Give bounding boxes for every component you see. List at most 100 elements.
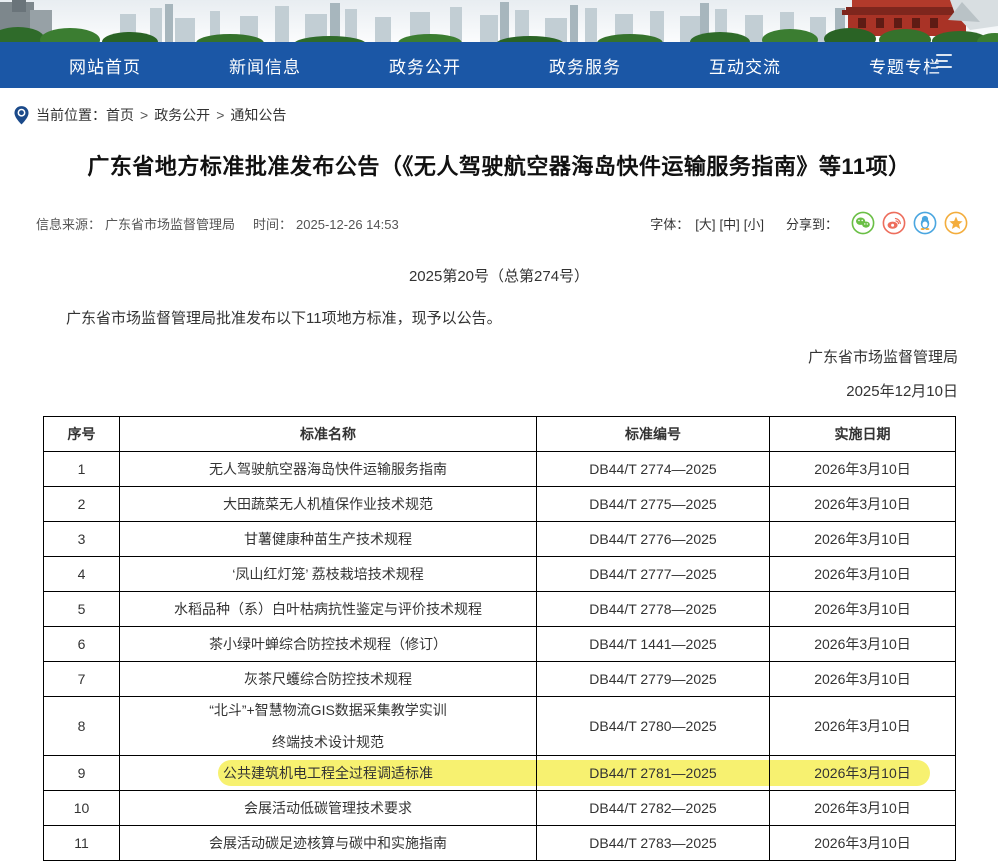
table-row: 11会展活动碳足迹核算与碳中和实施指南DB44/T 2783—20252026年… bbox=[44, 826, 956, 861]
row-code: DB44/T 2780—2025 bbox=[537, 697, 770, 756]
row-code: DB44/T 2779—2025 bbox=[537, 662, 770, 697]
row-name: 甘薯健康种苗生产技术规程 bbox=[120, 522, 537, 557]
table-header-row: 序号 标准名称 标准编号 实施日期 bbox=[44, 417, 956, 452]
row-name: 灰茶尺蠖综合防控技术规程 bbox=[120, 662, 537, 697]
city-skyline-banner bbox=[0, 0, 998, 42]
breadcrumb-separator: > bbox=[216, 107, 224, 123]
row-date: 2026年3月10日 bbox=[770, 791, 956, 826]
nav-item-interact[interactable]: 互动交流 bbox=[665, 53, 825, 78]
nav-item-gov-open[interactable]: 政务公开 bbox=[345, 53, 505, 78]
standards-table: 序号 标准名称 标准编号 实施日期 1无人驾驶航空器海岛快件运输服务指南DB44… bbox=[43, 416, 956, 861]
row-no: 10 bbox=[44, 791, 120, 826]
col-header-no: 序号 bbox=[44, 417, 120, 452]
col-header-date: 实施日期 bbox=[770, 417, 956, 452]
row-date: 2026年3月10日 bbox=[770, 627, 956, 662]
row-no: 1 bbox=[44, 452, 120, 487]
nav-item-news[interactable]: 新闻信息 bbox=[185, 53, 345, 78]
weibo-icon[interactable] bbox=[882, 211, 906, 235]
time-value: 2025-12-26 14:53 bbox=[296, 217, 399, 232]
row-name: 会展活动低碳管理技术要求 bbox=[120, 791, 537, 826]
source-label: 信息来源： bbox=[36, 217, 101, 232]
nav-item-services[interactable]: 政务服务 bbox=[505, 53, 665, 78]
row-no: 2 bbox=[44, 487, 120, 522]
qzone-star-icon[interactable] bbox=[944, 211, 968, 235]
announcement-body: 广东省市场监督管理局批准发布以下11项地方标准，现予以公告。 bbox=[36, 308, 962, 330]
wechat-icon[interactable] bbox=[851, 211, 875, 235]
table-row: 5水稻品种（系）白叶枯病抗性鉴定与评价技术规程DB44/T 2778—20252… bbox=[44, 592, 956, 627]
col-header-name: 标准名称 bbox=[120, 417, 537, 452]
row-name: “北斗”+智慧物流GIS数据采集教学实训终端技术设计规范 bbox=[120, 697, 537, 756]
row-date: 2026年3月10日 bbox=[770, 697, 956, 756]
row-name: ‘凤山红灯笼’ 荔枝栽培技术规程 bbox=[120, 557, 537, 592]
row-code: DB44/T 2778—2025 bbox=[537, 592, 770, 627]
doc-number: 2025第20号（总第274号） bbox=[0, 265, 998, 286]
table-row: 2大田蔬菜无人机植保作业技术规范DB44/T 2775—20252026年3月1… bbox=[44, 487, 956, 522]
issuer-name: 广东省市场监督管理局 bbox=[0, 346, 958, 367]
breadcrumb-home[interactable]: 首页 bbox=[106, 105, 134, 125]
row-code: DB44/T 2775—2025 bbox=[537, 487, 770, 522]
row-code: DB44/T 2774—2025 bbox=[537, 452, 770, 487]
location-pin-icon bbox=[14, 106, 29, 125]
font-size-large-button[interactable]: [大] bbox=[695, 214, 715, 233]
page-title: 广东省地方标准批准发布公告（《无人驾驶航空器海岛快件运输服务指南》等11项） bbox=[0, 149, 998, 181]
time-label: 时间： bbox=[253, 217, 292, 232]
row-name: 公共建筑机电工程全过程调适标准 bbox=[120, 756, 537, 791]
row-no: 6 bbox=[44, 627, 120, 662]
row-no: 11 bbox=[44, 826, 120, 861]
breadcrumb-separator: > bbox=[140, 107, 148, 123]
source-value: 广东省市场监督管理局 bbox=[105, 217, 235, 232]
table-row: 1无人驾驶航空器海岛快件运输服务指南DB44/T 2774—20252026年3… bbox=[44, 452, 956, 487]
table-row: 9公共建筑机电工程全过程调适标准DB44/T 2781—20252026年3月1… bbox=[44, 756, 956, 791]
row-name: 水稻品种（系）白叶枯病抗性鉴定与评价技术规程 bbox=[120, 592, 537, 627]
row-no: 7 bbox=[44, 662, 120, 697]
issue-date: 2025年12月10日 bbox=[0, 380, 958, 401]
row-date: 2026年3月10日 bbox=[770, 662, 956, 697]
row-no: 8 bbox=[44, 697, 120, 756]
col-header-code: 标准编号 bbox=[537, 417, 770, 452]
row-name: 大田蔬菜无人机植保作业技术规范 bbox=[120, 487, 537, 522]
breadcrumb-label: 当前位置： bbox=[36, 105, 106, 125]
row-code: DB44/T 1441—2025 bbox=[537, 627, 770, 662]
table-row: 4‘凤山红灯笼’ 荔枝栽培技术规程DB44/T 2777—20252026年3月… bbox=[44, 557, 956, 592]
row-date: 2026年3月10日 bbox=[770, 452, 956, 487]
font-size-label: 字体： bbox=[650, 214, 689, 233]
font-size-medium-button[interactable]: [中] bbox=[720, 214, 740, 233]
table-row: 7灰茶尺蠖综合防控技术规程DB44/T 2779—20252026年3月10日 bbox=[44, 662, 956, 697]
font-size-small-button[interactable]: [小] bbox=[744, 214, 764, 233]
row-date: 2026年3月10日 bbox=[770, 756, 956, 791]
row-date: 2026年3月10日 bbox=[770, 557, 956, 592]
row-date: 2026年3月10日 bbox=[770, 522, 956, 557]
qq-icon[interactable] bbox=[913, 211, 937, 235]
row-code: DB44/T 2777—2025 bbox=[537, 557, 770, 592]
table-row: 6茶小绿叶蝉综合防控技术规程（修订）DB44/T 1441—20252026年3… bbox=[44, 627, 956, 662]
row-no: 9 bbox=[44, 756, 120, 791]
row-name: 茶小绿叶蝉综合防控技术规程（修订） bbox=[120, 627, 537, 662]
breadcrumb-notices[interactable]: 通知公告 bbox=[230, 105, 286, 125]
table-row: 3甘薯健康种苗生产技术规程DB44/T 2776—20252026年3月10日 bbox=[44, 522, 956, 557]
article-meta: 信息来源： 广东省市场监督管理局 时间： 2025-12-26 14:53 字体： [… bbox=[0, 211, 998, 235]
row-date: 2026年3月10日 bbox=[770, 487, 956, 522]
row-name: 会展活动碳足迹核算与碳中和实施指南 bbox=[120, 826, 537, 861]
row-name: 无人驾驶航空器海岛快件运输服务指南 bbox=[120, 452, 537, 487]
nav-item-home[interactable]: 网站首页 bbox=[25, 53, 185, 78]
main-nav: 网站首页 新闻信息 政务公开 政务服务 互动交流 专题专栏 bbox=[0, 42, 998, 88]
row-code: DB44/T 2783—2025 bbox=[537, 826, 770, 861]
row-code: DB44/T 2781—2025 bbox=[537, 756, 770, 791]
table-row: 8“北斗”+智慧物流GIS数据采集教学实训终端技术设计规范DB44/T 2780… bbox=[44, 697, 956, 756]
row-code: DB44/T 2782—2025 bbox=[537, 791, 770, 826]
row-date: 2026年3月10日 bbox=[770, 826, 956, 861]
menu-icon[interactable] bbox=[936, 54, 952, 68]
source-time: 信息来源： 广东省市场监督管理局 时间： 2025-12-26 14:53 bbox=[36, 214, 403, 233]
row-no: 4 bbox=[44, 557, 120, 592]
standards-table-wrap: 序号 标准名称 标准编号 实施日期 1无人驾驶航空器海岛快件运输服务指南DB44… bbox=[43, 416, 955, 861]
row-date: 2026年3月10日 bbox=[770, 592, 956, 627]
standards-table-body: 1无人驾驶航空器海岛快件运输服务指南DB44/T 2774—20252026年3… bbox=[44, 452, 956, 861]
row-code: DB44/T 2776—2025 bbox=[537, 522, 770, 557]
row-no: 5 bbox=[44, 592, 120, 627]
breadcrumb-gov-open[interactable]: 政务公开 bbox=[154, 105, 210, 125]
row-no: 3 bbox=[44, 522, 120, 557]
table-row: 10会展活动低碳管理技术要求DB44/T 2782—20252026年3月10日 bbox=[44, 791, 956, 826]
nav-item-topics[interactable]: 专题专栏 bbox=[825, 53, 985, 78]
breadcrumb: 当前位置： 首页 > 政务公开 > 通知公告 bbox=[14, 105, 998, 125]
share-label: 分享到： bbox=[786, 214, 838, 233]
